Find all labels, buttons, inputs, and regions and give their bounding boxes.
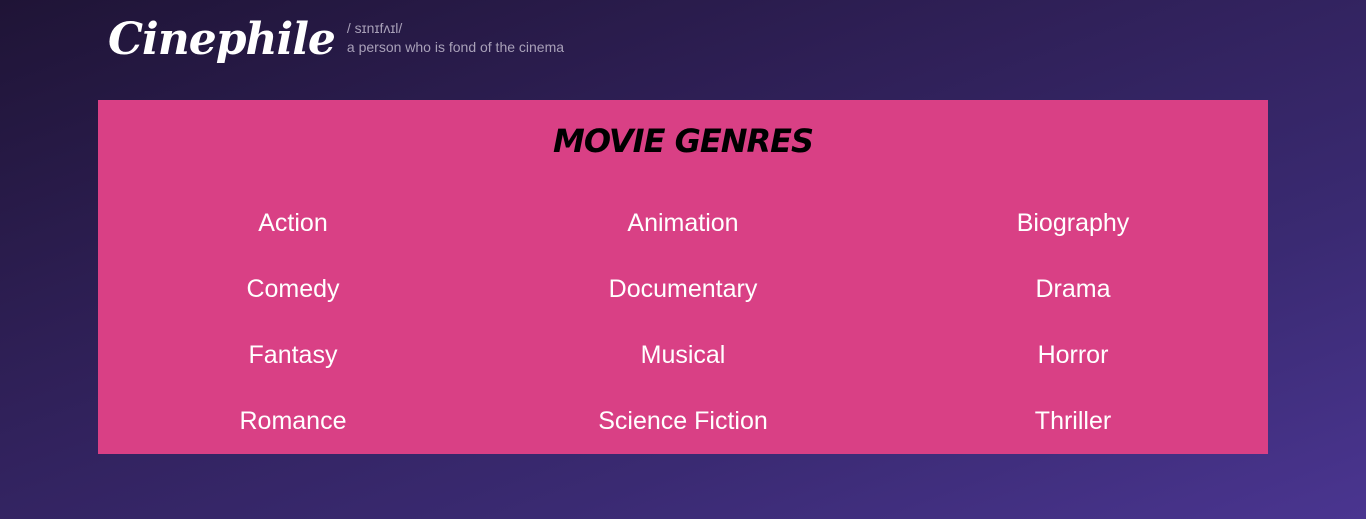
genre-link-fantasy[interactable]: Fantasy (98, 332, 488, 398)
genre-link-drama[interactable]: Drama (878, 266, 1268, 332)
genre-link-horror[interactable]: Horror (878, 332, 1268, 398)
site-logo[interactable]: Cinephile (108, 10, 336, 70)
logo-definition: / sɪnɪfʌɪl/ a person who is fond of the … (347, 18, 564, 56)
genre-link-animation[interactable]: Animation (488, 200, 878, 266)
genre-link-science-fiction[interactable]: Science Fiction (488, 398, 878, 464)
genre-link-biography[interactable]: Biography (878, 200, 1268, 266)
definition-text: a person who is fond of the cinema (346, 39, 565, 55)
genre-grid: Action Animation Biography Comedy Docume… (98, 200, 1268, 464)
panel-title: Movie Genres (552, 122, 814, 160)
site-header: Cinephile / sɪnɪfʌɪl/ a person who is fo… (108, 10, 564, 70)
genre-link-documentary[interactable]: Documentary (488, 266, 878, 332)
genre-link-musical[interactable]: Musical (488, 332, 878, 398)
genre-link-thriller[interactable]: Thriller (878, 398, 1268, 464)
phonetic-text: / sɪnɪfʌɪl/ (346, 20, 403, 36)
genre-link-romance[interactable]: Romance (98, 398, 488, 464)
genre-link-action[interactable]: Action (98, 200, 488, 266)
genres-panel: Movie Genres Action Animation Biography … (98, 100, 1268, 454)
genre-link-comedy[interactable]: Comedy (98, 266, 488, 332)
